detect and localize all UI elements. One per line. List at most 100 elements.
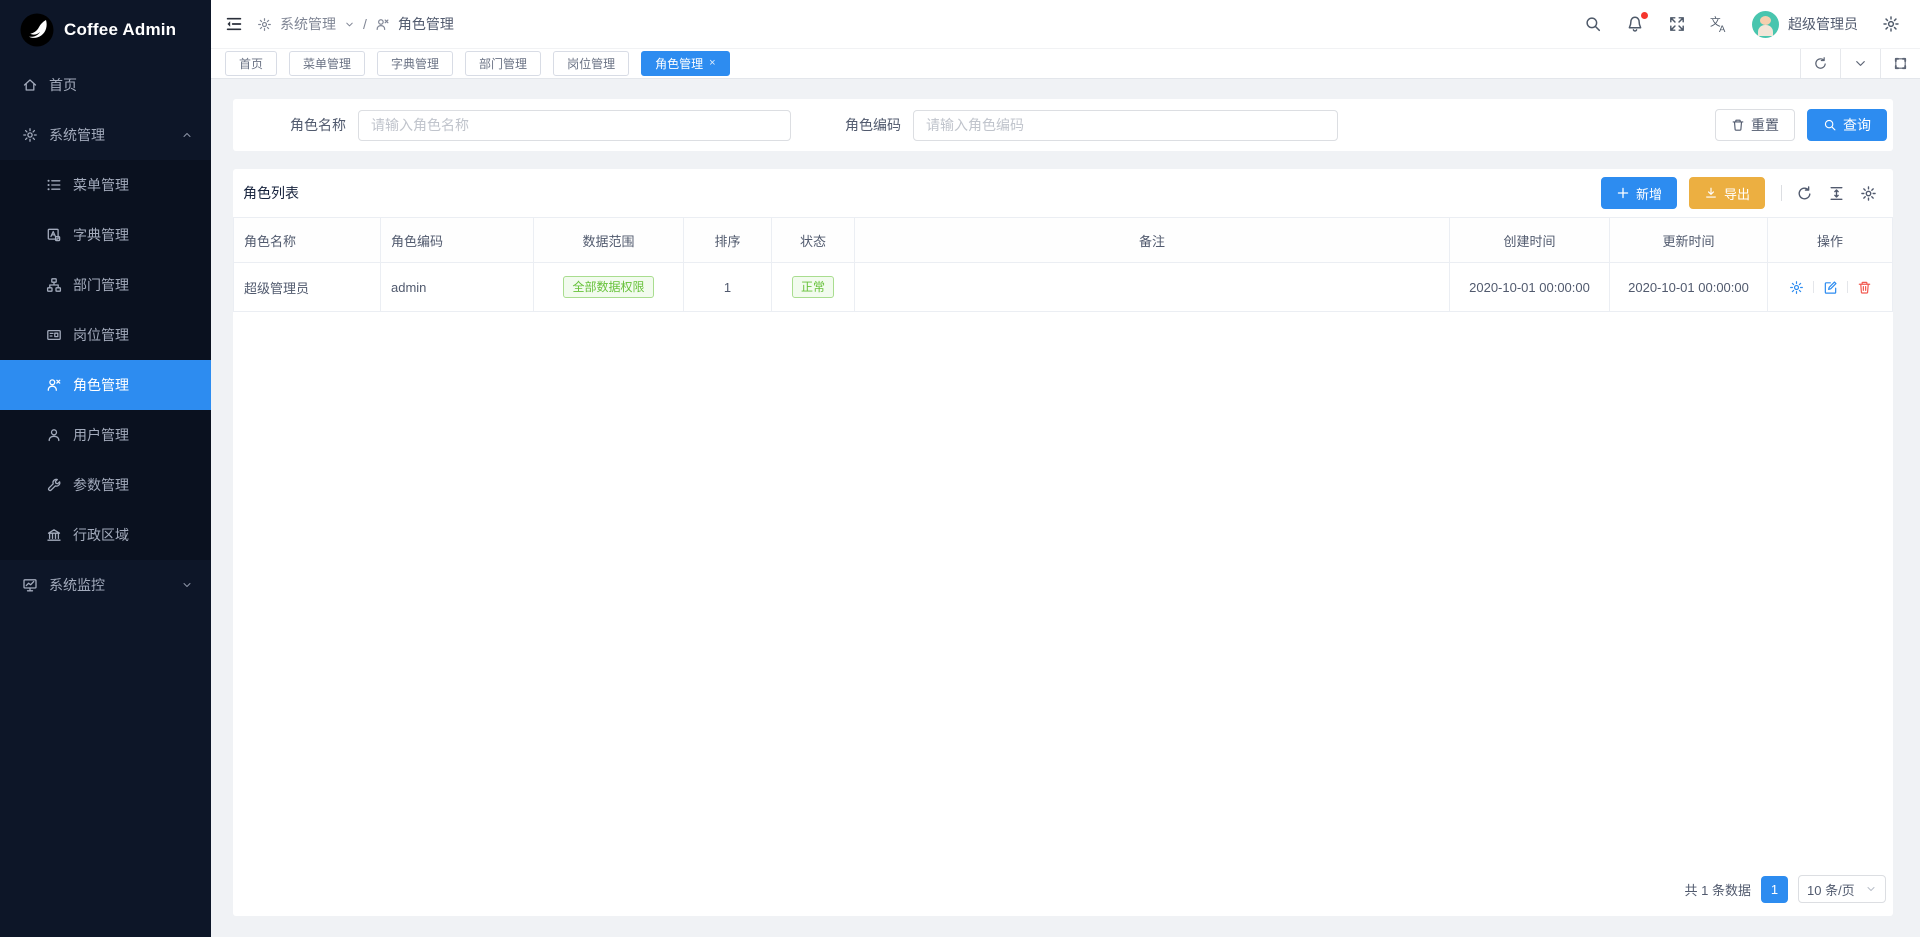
sidebar-item-label: 部门管理 xyxy=(73,275,129,295)
panel-title: 角色列表 xyxy=(243,183,299,203)
cell-role-code: admin xyxy=(381,263,534,312)
breadcrumb: 系统管理 / 角色管理 xyxy=(257,14,454,34)
tab-close-icon[interactable]: × xyxy=(709,58,715,69)
id-badge-icon xyxy=(46,327,62,343)
coffee-leaf-logo-icon xyxy=(20,13,54,47)
page-size-value: 10 条/页 xyxy=(1807,880,1855,899)
col-remark: 备注 xyxy=(855,218,1450,263)
tab-menu-mgmt[interactable]: 菜单管理 xyxy=(289,51,365,76)
tab-dropdown-button[interactable] xyxy=(1840,49,1880,78)
search-label: 查询 xyxy=(1843,115,1871,135)
chevron-down-icon xyxy=(344,19,355,30)
sidebar-item-home[interactable]: 首页 xyxy=(0,60,211,110)
sidebar: Coffee Admin 首页 系统管理 xyxy=(0,0,211,937)
sidebar-item-dict-mgmt[interactable]: 字典管理 xyxy=(0,210,211,260)
role-code-label: 角色编码 xyxy=(845,115,901,135)
tab-post-mgmt[interactable]: 岗位管理 xyxy=(553,51,629,76)
user-icon xyxy=(46,427,62,443)
sidebar-item-post-mgmt[interactable]: 岗位管理 xyxy=(0,310,211,360)
tab-dict-mgmt[interactable]: 字典管理 xyxy=(377,51,453,76)
tab-label: 岗位管理 xyxy=(567,55,615,72)
tab-label: 字典管理 xyxy=(391,55,439,72)
chevron-down-icon xyxy=(181,579,193,591)
col-actions: 操作 xyxy=(1768,218,1893,263)
tab-refresh-button[interactable] xyxy=(1800,49,1840,78)
tab-label: 部门管理 xyxy=(479,55,527,72)
username: 超级管理员 xyxy=(1788,14,1858,34)
gear-icon xyxy=(22,127,38,143)
breadcrumb-separator: / xyxy=(363,16,367,32)
row-delete-trash-icon[interactable] xyxy=(1857,280,1872,295)
sidebar-item-label: 用户管理 xyxy=(73,425,129,445)
page-content: 角色名称 角色编码 重置 查询 xyxy=(211,79,1920,937)
role-name-input[interactable] xyxy=(358,110,791,141)
avatar xyxy=(1752,11,1779,38)
sidebar-group-monitor[interactable]: 系统监控 xyxy=(0,560,211,610)
sidebar-item-user-mgmt[interactable]: 用户管理 xyxy=(0,410,211,460)
app-title: Coffee Admin xyxy=(64,20,176,40)
pagination: 共 1 条数据 1 10 条/页 xyxy=(233,875,1893,916)
notification-dot xyxy=(1641,12,1648,19)
refresh-icon[interactable] xyxy=(1796,185,1813,202)
row-height-icon[interactable] xyxy=(1828,185,1845,202)
home-icon xyxy=(22,77,38,93)
maximize-icon xyxy=(1893,56,1908,71)
tab-dept-mgmt[interactable]: 部门管理 xyxy=(465,51,541,76)
tab-bar: 首页 菜单管理 字典管理 部门管理 岗位管理 角色管理 × xyxy=(211,49,1920,79)
pagination-page-1[interactable]: 1 xyxy=(1761,876,1788,903)
list-toolbar: 新增 导出 xyxy=(1589,177,1883,209)
cell-sort: 1 xyxy=(684,263,772,312)
tab-role-mgmt[interactable]: 角色管理 × xyxy=(641,51,729,76)
pagination-total: 共 1 条数据 xyxy=(1685,880,1751,899)
breadcrumb-parent[interactable]: 系统管理 xyxy=(280,14,336,34)
column-settings-gear-icon[interactable] xyxy=(1860,185,1877,202)
wrench-icon xyxy=(46,477,62,493)
filter-actions: 重置 查询 xyxy=(1715,109,1887,141)
sidebar-group-label: 系统监控 xyxy=(49,575,105,595)
tab-maximize-button[interactable] xyxy=(1880,49,1920,78)
page-size-select[interactable]: 10 条/页 xyxy=(1798,875,1886,903)
translate-icon[interactable]: 文 A xyxy=(1710,15,1728,33)
sidebar-group-system[interactable]: 系统管理 xyxy=(0,110,211,160)
user-menu[interactable]: 超级管理员 xyxy=(1752,11,1858,38)
add-button[interactable]: 新增 xyxy=(1601,177,1677,209)
action-divider xyxy=(1847,281,1848,293)
export-label: 导出 xyxy=(1724,184,1750,203)
refresh-icon xyxy=(1813,56,1828,71)
search-button[interactable]: 查询 xyxy=(1807,109,1887,141)
sidebar-item-region-mgmt[interactable]: 行政区域 xyxy=(0,510,211,560)
fullscreen-expand-icon[interactable] xyxy=(1668,15,1686,33)
sidebar-item-label: 岗位管理 xyxy=(73,325,129,345)
search-icon[interactable] xyxy=(1584,15,1602,33)
tab-home[interactable]: 首页 xyxy=(225,51,277,76)
export-button[interactable]: 导出 xyxy=(1689,177,1765,209)
sidebar-item-param-mgmt[interactable]: 参数管理 xyxy=(0,460,211,510)
role-people-icon xyxy=(46,377,62,393)
monitor-chart-icon xyxy=(22,577,38,593)
role-people-icon xyxy=(375,17,390,32)
row-actions xyxy=(1778,280,1882,295)
sidebar-item-label: 参数管理 xyxy=(73,475,129,495)
role-code-input[interactable] xyxy=(913,110,1338,141)
col-status: 状态 xyxy=(772,218,855,263)
reset-button[interactable]: 重置 xyxy=(1715,109,1795,141)
sidebar-collapse-icon[interactable] xyxy=(225,15,243,33)
col-created: 创建时间 xyxy=(1450,218,1610,263)
col-updated: 更新时间 xyxy=(1610,218,1768,263)
gear-icon xyxy=(257,17,272,32)
sidebar-item-label: 角色管理 xyxy=(73,375,129,395)
sidebar-item-menu-mgmt[interactable]: 菜单管理 xyxy=(0,160,211,210)
sidebar-item-role-mgmt[interactable]: 角色管理 xyxy=(0,360,211,410)
chevron-up-icon xyxy=(181,129,193,141)
notification-bell[interactable] xyxy=(1626,15,1644,33)
data-scope-tag: 全部数据权限 xyxy=(563,276,653,299)
row-permission-gear-icon[interactable] xyxy=(1789,280,1804,295)
row-edit-icon[interactable] xyxy=(1823,280,1838,295)
status-badge: 正常 xyxy=(792,276,834,299)
settings-gear-icon[interactable] xyxy=(1882,15,1900,33)
col-data-scope: 数据范围 xyxy=(534,218,684,263)
dictionary-icon xyxy=(46,227,62,243)
sidebar-item-dept-mgmt[interactable]: 部门管理 xyxy=(0,260,211,310)
cell-status: 正常 xyxy=(772,263,855,312)
sidebar-item-label: 首页 xyxy=(49,75,77,95)
